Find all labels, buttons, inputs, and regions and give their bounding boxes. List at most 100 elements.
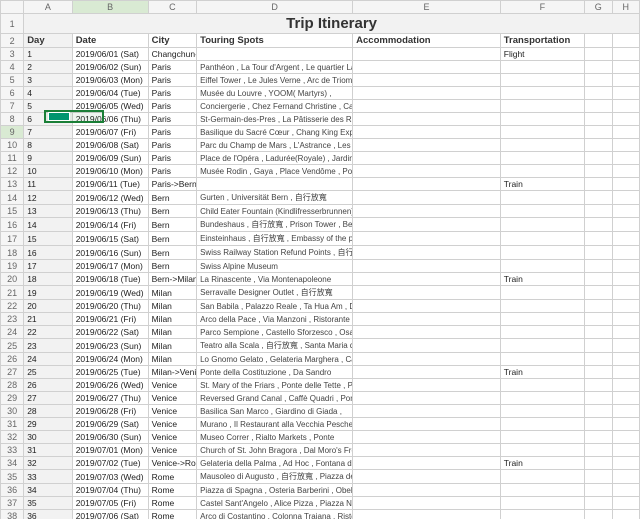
cell-accom[interactable] [353,300,501,313]
cell-empty[interactable] [612,326,640,339]
cell-city[interactable]: Milan->Venice [148,366,197,379]
cell-date[interactable]: 2019/07/02 (Tue) [72,457,148,470]
table-row[interactable]: 28 26 2019/06/26 (Wed) Venice St. Mary o… [1,379,640,392]
table-row[interactable]: 7 5 2019/06/05 (Wed) Paris Conciergerie … [1,100,640,113]
cell-date[interactable]: 2019/06/29 (Sat) [72,418,148,431]
cell-accom[interactable] [353,418,501,431]
cell-empty[interactable] [585,139,612,152]
row-header-11[interactable]: 11 [1,152,24,165]
cell-spots[interactable]: Swiss Alpine Museum [197,260,353,273]
cell-day[interactable]: 31 [24,444,73,457]
cell-empty[interactable] [612,232,640,246]
cell-trans[interactable] [500,339,584,353]
cell-empty[interactable] [585,510,612,519]
cell-accom[interactable] [353,205,501,218]
cell-spots[interactable]: Musée Rodin , Gaya , Place Vendôme , Pon… [197,165,353,178]
cell-empty[interactable] [585,191,612,205]
cell-date[interactable]: 2019/06/09 (Sun) [72,152,148,165]
cell-spots[interactable]: Basilica San Marco , Giardino di Giada , [197,405,353,418]
row-header-38[interactable]: 38 [1,510,24,519]
cell-trans[interactable] [500,300,584,313]
cell-spots[interactable]: Swiss Railway Station Refund Points , 自行… [197,246,353,260]
cell-accom[interactable] [353,191,501,205]
row-header-15[interactable]: 15 [1,205,24,218]
table-row[interactable]: 9 7 2019/06/07 (Fri) Paris Basilique du … [1,126,640,139]
row-header-31[interactable]: 31 [1,418,24,431]
cell-date[interactable]: 2019/06/22 (Sat) [72,326,148,339]
cell-empty[interactable] [612,484,640,497]
cell-trans[interactable] [500,470,584,484]
col-header-C[interactable]: C [148,1,197,14]
cell-empty[interactable] [585,74,612,87]
cell-city[interactable]: Bern [148,191,197,205]
cell-day[interactable]: 10 [24,165,73,178]
cell-accom[interactable] [353,48,501,61]
cell-date[interactable]: 2019/07/01 (Mon) [72,444,148,457]
table-row[interactable]: 6 4 2019/06/04 (Tue) Paris Musée du Louv… [1,87,640,100]
cell-spots[interactable] [197,48,353,61]
cell-date[interactable]: 2019/06/11 (Tue) [72,178,148,191]
row-header-29[interactable]: 29 [1,392,24,405]
row-header-2[interactable]: 2 [1,34,24,48]
row-header-13[interactable]: 13 [1,178,24,191]
row-header-32[interactable]: 32 [1,431,24,444]
cell-empty[interactable] [612,431,640,444]
cell-trans[interactable] [500,246,584,260]
cell-trans[interactable] [500,484,584,497]
table-row[interactable]: 30 28 2019/06/28 (Fri) Venice Basilica S… [1,405,640,418]
col-header-F[interactable]: F [500,1,584,14]
cell-spots[interactable]: Piazza di Spagna , Osteria Barberini , O… [197,484,353,497]
cell-accom[interactable] [353,178,501,191]
cell-day[interactable]: 22 [24,326,73,339]
cell-empty[interactable] [585,218,612,232]
cell-empty[interactable] [612,300,640,313]
cell-empty[interactable] [585,34,612,48]
row-header-9[interactable]: 9 [1,126,24,139]
cell-day[interactable]: 16 [24,246,73,260]
cell-trans[interactable] [500,418,584,431]
row-header-10[interactable]: 10 [1,139,24,152]
cell-empty[interactable] [612,152,640,165]
table-row[interactable]: 31 29 2019/06/29 (Sat) Venice Murano , I… [1,418,640,431]
cell-date[interactable]: 2019/07/04 (Thu) [72,484,148,497]
table-row[interactable]: 3 1 2019/06/01 (Sat) Changchun->Paris Fl… [1,48,640,61]
cell-date[interactable]: 2019/06/30 (Sun) [72,431,148,444]
table-row[interactable]: 26 24 2019/06/24 (Mon) Milan Lo Gnomo Ge… [1,353,640,366]
cell-date[interactable]: 2019/06/04 (Tue) [72,87,148,100]
cell-city[interactable]: Venice [148,392,197,405]
row-header-36[interactable]: 36 [1,484,24,497]
cell-date[interactable]: 2019/07/05 (Fri) [72,497,148,510]
cell-spots[interactable]: Gelateria della Palma , Ad Hoc , Fontana… [197,457,353,470]
cell-empty[interactable] [585,165,612,178]
cell-empty[interactable] [612,34,640,48]
cell-empty[interactable] [585,366,612,379]
cell-date[interactable]: 2019/07/06 (Sat) [72,510,148,519]
cell-accom[interactable] [353,339,501,353]
cell-spots[interactable]: Gurten , Universität Bern , 自行放寬 [197,191,353,205]
row-header-6[interactable]: 6 [1,87,24,100]
row-header-27[interactable]: 27 [1,366,24,379]
grid[interactable]: A B C D E F G H 1 Trip Itinerary2 Day Da… [0,0,640,519]
cell-empty[interactable] [612,205,640,218]
cell-date[interactable]: 2019/06/08 (Sat) [72,139,148,152]
cell-empty[interactable] [585,497,612,510]
cell-accom[interactable] [353,326,501,339]
cell-day[interactable]: 26 [24,379,73,392]
cell-day[interactable]: 35 [24,497,73,510]
cell-date[interactable]: 2019/06/15 (Sat) [72,232,148,246]
cell-city[interactable]: Venice [148,405,197,418]
cell-empty[interactable] [612,126,640,139]
cell-empty[interactable] [612,339,640,353]
row-header-14[interactable]: 14 [1,191,24,205]
cell-accom[interactable] [353,313,501,326]
cell-empty[interactable] [612,100,640,113]
header-trans[interactable]: Transportation [500,34,584,48]
cell-date[interactable]: 2019/06/12 (Wed) [72,191,148,205]
cell-day[interactable]: 15 [24,232,73,246]
cell-empty[interactable] [612,392,640,405]
col-header-B[interactable]: B [72,1,148,14]
col-header-G[interactable]: G [585,1,612,14]
cell-empty[interactable] [585,178,612,191]
table-row[interactable]: 38 36 2019/07/06 (Sat) Rome Arco di Cost… [1,510,640,519]
cell-spots[interactable]: Castel Sant'Angelo , Alice Pizza , Piazz… [197,497,353,510]
